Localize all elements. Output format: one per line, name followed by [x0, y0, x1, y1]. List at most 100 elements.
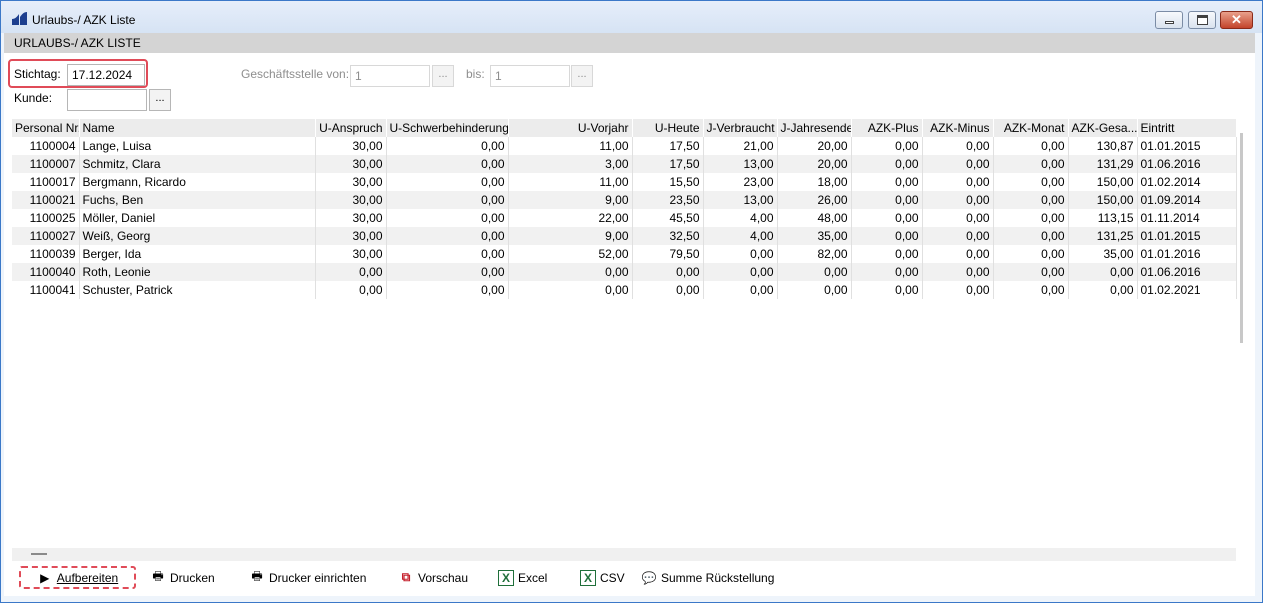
drucker-einrichten-label: Drucker einrichten	[269, 570, 367, 585]
table-cell: 01.11.2014	[1137, 209, 1237, 227]
column-header[interactable]: U-Anspruch	[315, 119, 387, 137]
table-cell: 0,00	[851, 173, 923, 191]
kunde-lookup-button[interactable]: ...	[149, 89, 171, 111]
summe-rueckstellung-button[interactable]: 💬 Summe Rückstellung	[641, 566, 775, 589]
table-row[interactable]: 1100027 Weiß, Georg 30,00 0,00 9,00 32,50 4,00…	[12, 227, 1237, 245]
table-row[interactable]: 1100021 Fuchs, Ben 30,00 0,00 9,00 23,50 13,00…	[12, 191, 1237, 209]
table-row[interactable]: 1100025 Möller, Daniel 30,00 0,00 22,00 45,50…	[12, 209, 1237, 227]
geschaeftsstelle-bis-input[interactable]: 1	[490, 65, 570, 87]
window-title: Urlaubs-/ AZK Liste	[32, 13, 136, 27]
table-cell: Lange, Luisa	[79, 137, 316, 155]
geschaeftsstelle-von-lookup-button[interactable]: ...	[432, 65, 454, 87]
column-header[interactable]: AZK-Gesa...	[1068, 119, 1138, 137]
table-cell: 0,00	[1068, 281, 1138, 299]
table-cell: 0,00	[1068, 263, 1138, 281]
table-cell: 32,50	[632, 227, 704, 245]
excel-button[interactable]: X Excel	[498, 566, 547, 589]
table-cell: 45,50	[632, 209, 704, 227]
drucker-einrichten-button[interactable]: 🖶 Drucker einrichten	[249, 566, 366, 589]
table-cell: 0,00	[386, 191, 509, 209]
close-icon: ✕	[1231, 12, 1242, 27]
table-cell: 52,00	[508, 245, 633, 263]
csv-button[interactable]: X CSV	[580, 566, 625, 589]
table-cell: 0,00	[508, 263, 633, 281]
table-cell: 11,00	[508, 137, 633, 155]
table-cell: 0,00	[386, 155, 509, 173]
table-cell: 0,00	[993, 245, 1069, 263]
table-cell: 0,00	[386, 245, 509, 263]
table-cell: 4,00	[703, 209, 778, 227]
play-icon: ▶	[40, 570, 50, 585]
table-cell: 9,00	[508, 191, 633, 209]
table-cell: 0,00	[386, 263, 509, 281]
table-cell: 0,00	[851, 281, 923, 299]
close-button[interactable]: ✕	[1220, 11, 1253, 29]
geschaeftsstelle-label: Geschäftsstelle von:	[241, 67, 350, 81]
column-header[interactable]: U-Heute	[632, 119, 704, 137]
splitter-handle[interactable]	[31, 553, 47, 555]
table-cell: 01.09.2014	[1137, 191, 1237, 209]
data-grid[interactable]: Personal Nr. Name U-Anspruch U-Schwerbehind…	[12, 119, 1237, 547]
table-row[interactable]: 1100041 Schuster, Patrick 0,00 0,00 0,00 0,00…	[12, 281, 1237, 299]
table-cell: 0,00	[851, 245, 923, 263]
column-header[interactable]: J-Verbraucht	[703, 119, 778, 137]
urlaub-table: Personal Nr. Name U-Anspruch U-Schwerbehind…	[12, 119, 1237, 299]
table-cell: 0,00	[777, 263, 852, 281]
table-cell: 4,00	[703, 227, 778, 245]
table-cell: 35,00	[1068, 245, 1138, 263]
column-header[interactable]: Personal Nr.	[12, 119, 80, 137]
table-cell: 79,50	[632, 245, 704, 263]
table-cell: 0,00	[851, 209, 923, 227]
column-header[interactable]: Name	[79, 119, 316, 137]
kunde-input[interactable]	[67, 89, 147, 111]
summe-rueckstellung-label: Summe Rückstellung	[661, 570, 775, 585]
printer-icon: 🖶	[152, 569, 164, 583]
geschaeftsstelle-bis-lookup-button[interactable]: ...	[571, 65, 593, 87]
kunde-label: Kunde:	[14, 91, 53, 105]
table-cell: 0,00	[851, 263, 923, 281]
stichtag-input[interactable]: 17.12.2024	[67, 64, 145, 86]
table-cell: 23,50	[632, 191, 704, 209]
table-cell: 1100021	[12, 191, 80, 209]
table-cell: 0,00	[632, 263, 704, 281]
column-header[interactable]: Eintritt	[1137, 119, 1237, 137]
vertical-scrollbar[interactable]	[1240, 133, 1243, 343]
table-cell: 0,00	[386, 227, 509, 245]
table-cell: 20,00	[777, 155, 852, 173]
table-cell: 0,00	[922, 281, 994, 299]
table-cell: 1100040	[12, 263, 80, 281]
table-row[interactable]: 1100007 Schmitz, Clara 30,00 0,00 3,00 17,50 1…	[12, 155, 1237, 173]
table-cell: 17,50	[632, 137, 704, 155]
table-cell: 0,00	[922, 227, 994, 245]
aufbereiten-button[interactable]: ▶ Aufbereiten	[19, 566, 136, 589]
table-cell: 26,00	[777, 191, 852, 209]
column-header[interactable]: J-Jahresende	[777, 119, 852, 137]
table-row[interactable]: 1100040 Roth, Leonie 0,00 0,00 0,00 0,00 0,00 0…	[12, 263, 1237, 281]
table-cell: 30,00	[315, 173, 387, 191]
table-body: 1100004 Lange, Luisa 30,00 0,00 11,00 17,50 21…	[12, 137, 1237, 299]
column-header[interactable]: U-Schwerbehinderung	[386, 119, 509, 137]
table-cell: 0,00	[993, 227, 1069, 245]
column-header[interactable]: AZK-Plus	[851, 119, 923, 137]
table-row[interactable]: 1100004 Lange, Luisa 30,00 0,00 11,00 17,50 21…	[12, 137, 1237, 155]
table-cell: 15,50	[632, 173, 704, 191]
app-window: Urlaubs-/ AZK Liste ✕ URLAUBS-/ AZK LIST…	[0, 0, 1263, 603]
table-cell: 0,00	[922, 209, 994, 227]
maximize-button[interactable]	[1188, 11, 1216, 29]
maximize-icon	[1197, 15, 1208, 25]
table-cell: 0,00	[993, 173, 1069, 191]
column-header[interactable]: AZK-Monat	[993, 119, 1069, 137]
drucken-button[interactable]: 🖶 Drucken	[150, 566, 214, 589]
table-row[interactable]: 1100039 Berger, Ida 30,00 0,00 52,00 79,50 0,0…	[12, 245, 1237, 263]
geschaeftsstelle-von-input[interactable]: 1	[350, 65, 430, 87]
column-header[interactable]: AZK-Minus	[922, 119, 994, 137]
table-cell: 1100007	[12, 155, 80, 173]
minimize-button[interactable]	[1155, 11, 1183, 29]
vorschau-button[interactable]: ⧉ Vorschau	[398, 566, 468, 589]
column-header[interactable]: U-Vorjahr	[508, 119, 633, 137]
table-cell: Fuchs, Ben	[79, 191, 316, 209]
table-cell: 0,00	[922, 173, 994, 191]
table-row[interactable]: 1100017 Bergmann, Ricardo 30,00 0,00 11,00 15…	[12, 173, 1237, 191]
table-cell: 0,00	[993, 155, 1069, 173]
table-cell: Bergmann, Ricardo	[79, 173, 316, 191]
